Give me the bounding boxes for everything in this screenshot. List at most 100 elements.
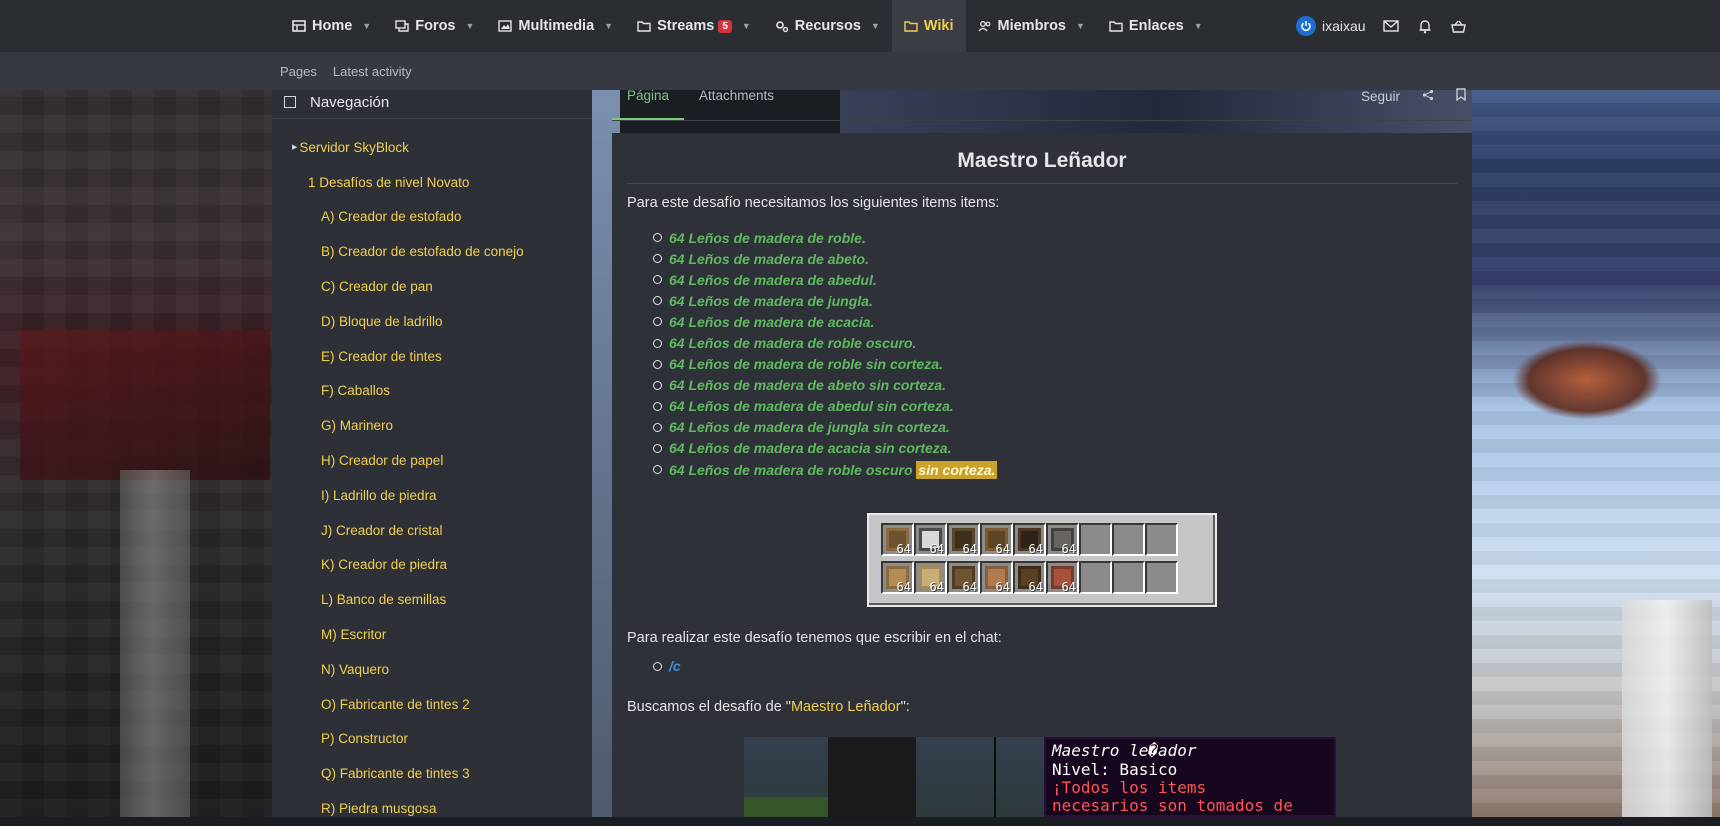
inventory-slot-empty [1112,561,1145,594]
item-count: 64 [962,542,977,556]
share-icon[interactable] [1422,89,1434,104]
chevron-down-icon[interactable]: ▼ [1194,21,1203,31]
nav-recursos-label: Recursos [794,18,861,34]
nav-miembros-label: Miembros [997,18,1067,34]
bell-icon[interactable] [1416,17,1434,35]
chevron-down-icon[interactable]: ▼ [466,21,475,31]
sidebar-divider [272,118,592,119]
sidebar-item[interactable]: L) Banco de semillas [272,582,592,617]
chat-instruction-text: Para realizar este desafío tenemos que e… [627,630,1002,646]
sidebar-item[interactable]: Q) Fabricante de tintes 3 [272,756,592,791]
challenge-link[interactable]: Maestro Leñador [791,699,901,715]
tooltip-title: Maestro le�ador [1052,741,1197,760]
item-count: 64 [1028,580,1043,594]
sidebar-item[interactable]: B) Creador de estofado de conejo [272,234,592,269]
inventory-slot-empty [1145,523,1178,556]
nav-multimedia[interactable]: Multimedia ▼ [486,0,625,52]
search-prefix: Buscamos el desafío de " [627,699,791,715]
nav-home[interactable]: Home ▼ [280,0,383,52]
tooltip-level: Nivel: Basico [1052,760,1178,779]
sidebar-item-desafios-novato[interactable]: 1 Desafíos de nivel Novato [272,165,592,200]
sidebar-item[interactable]: C) Creador de pan [272,269,592,304]
basket-icon[interactable] [1450,17,1468,35]
list-item: 64 Leños de madera de abedul sin corteza… [667,396,997,417]
tab-pagina[interactable]: Página [627,88,669,103]
mail-icon[interactable] [1382,17,1400,35]
sidebar-item-label: 1 Desafíos de nivel Novato [308,174,470,190]
sidebar-item[interactable]: M) Escritor [272,617,592,652]
page-title: Maestro Leñador [957,149,1127,172]
nav-recursos[interactable]: Recursos ▼ [763,0,892,52]
list-item: 64 Leños de madera de jungla sin corteza… [667,417,997,438]
chevron-down-icon[interactable]: ▼ [604,21,613,31]
sidebar-item[interactable]: G) Marinero [272,408,592,443]
sidebar-item-label: Servidor SkyBlock [299,139,409,155]
nav-enlaces[interactable]: Enlaces ▼ [1097,0,1215,52]
nav-foros[interactable]: Foros ▼ [383,0,486,52]
top-navigation: Home ▼ Foros ▼ Multimedia ▼ Streams 5 ▼ … [0,0,1720,53]
item-count: 64 [896,542,911,556]
item-count: 64 [962,580,977,594]
sidebar-item[interactable]: D) Bloque de ladrillo [272,304,592,339]
subnav-pages-link[interactable]: Pages [280,64,317,79]
nav-streams-label: Streams [657,18,715,34]
nav-home-label: Home [312,18,353,34]
sidebar-item[interactable]: H) Creador de papel [272,443,592,478]
subnav-latest-activity-link[interactable]: Latest activity [333,64,412,79]
screenshot-pillar [828,737,916,817]
gears-icon [775,19,789,33]
inventory-slot: 64 [980,561,1013,594]
list-item: 64 Leños de madera de acacia sin corteza… [667,438,997,459]
sidebar-item[interactable]: N) Vaquero [272,652,592,687]
folder-icon [1109,19,1123,33]
sidebar-list: ▶ Servidor SkyBlock 1 Desafíos de nivel N… [272,130,592,826]
sidebar-item[interactable]: P) Constructor [272,722,592,757]
follow-button[interactable]: Seguir [1361,89,1400,104]
sidebar-item[interactable]: I) Ladrillo de piedra [272,478,592,513]
power-avatar-icon [1296,16,1316,36]
user-controls: ixaixau [1296,0,1468,52]
nav-streams[interactable]: Streams 5 ▼ [625,0,763,52]
highlighted-text: sin corteza. [916,460,998,479]
list-item: 64 Leños de madera de roble sin corteza. [667,354,997,375]
sidebar-heading-label: Navegación [310,93,390,111]
inventory-slot-empty [1112,523,1145,556]
title-divider [627,183,1457,184]
sidebar-item-servidor-skyblock[interactable]: ▶ Servidor SkyBlock [272,130,592,165]
sidebar-item[interactable]: F) Caballos [272,374,592,409]
sidebar-item[interactable]: O) Fabricante de tintes 2 [272,687,592,722]
sidebar-item[interactable]: R) Piedra musgosa [272,791,592,826]
sidebar-item[interactable]: K) Creador de piedra [272,548,592,583]
item-count: 64 [1028,542,1043,556]
item-count: 64 [995,542,1010,556]
tooltip-warning-line1: ¡Todos los items [1052,778,1207,797]
sidebar-item[interactable]: A) Creador de estofado [272,200,592,235]
bookmark-icon[interactable] [1456,88,1466,104]
screenshot-line [994,737,996,817]
inventory-slot: 64 [1013,523,1046,556]
sidebar-item[interactable]: E) Creador de tintes [272,339,592,374]
item-count: 64 [929,542,944,556]
inventory-slot: 64 [947,523,980,556]
user-menu[interactable]: ixaixau [1296,16,1366,36]
nav-miembros[interactable]: Miembros ▼ [966,0,1097,52]
nav-foros-label: Foros [415,18,456,34]
tab-attachments[interactable]: Attachments [699,88,774,103]
nav-wiki-label: Wiki [923,18,954,34]
chevron-down-icon[interactable]: ▼ [1076,21,1085,31]
chevron-down-icon[interactable]: ▼ [871,21,880,31]
inventory-slot: 64 [914,561,947,594]
item-count: 64 [896,580,911,594]
sidebar-item[interactable]: J) Creador de cristal [272,513,592,548]
item-count: 64 [1061,580,1076,594]
chevron-down-icon[interactable]: ▼ [742,21,751,31]
nav-wiki[interactable]: Wiki [891,0,966,52]
background-right-scene [1472,0,1720,817]
inventory-row: 64 64 64 64 64 64 [881,561,1178,594]
sidebar-heading[interactable]: Navegación [284,90,389,114]
list-item-last: 64 Leños de madera de roble oscuro sin c… [667,459,998,480]
chevron-down-icon[interactable]: ▼ [362,21,371,31]
inventory-slot: 64 [881,523,914,556]
inventory-slot: 64 [914,523,947,556]
page-tabs: Página Attachments Seguir [612,82,1472,121]
